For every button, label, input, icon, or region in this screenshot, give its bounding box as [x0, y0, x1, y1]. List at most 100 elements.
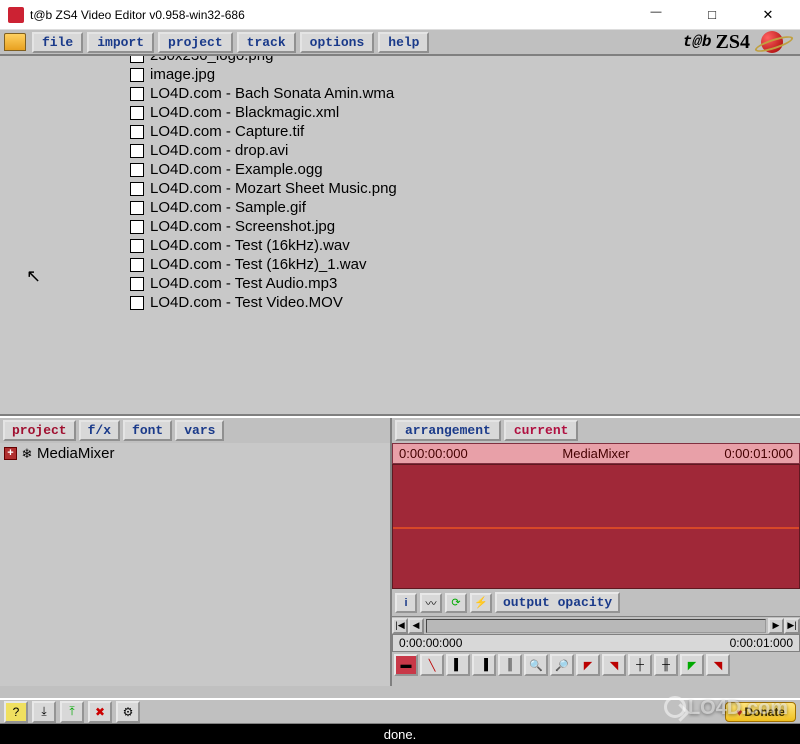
expand-icon[interactable]: + — [4, 447, 17, 460]
file-name: LO4D.com - drop.avi — [150, 142, 288, 159]
info-icon[interactable]: i — [395, 593, 417, 613]
flag-green-icon[interactable]: ◤ — [680, 654, 704, 676]
time-end: 0:00:01:000 — [724, 446, 793, 461]
mark-in-icon[interactable]: ▌ — [446, 654, 470, 676]
file-row[interactable]: image.jpg — [0, 65, 800, 84]
checkbox-icon[interactable] — [130, 68, 144, 82]
file-list: 230x230_logo.png image.jpg LO4D.com - Ba… — [0, 56, 800, 416]
tab-arrangement[interactable]: arrangement — [395, 420, 501, 441]
file-row[interactable]: LO4D.com - Screenshot.jpg — [0, 217, 800, 236]
donate-button[interactable]: ♥Donate — [725, 702, 796, 722]
brand-zs4: ZS4 — [716, 31, 750, 54]
right-tab-row: arrangement current — [392, 418, 800, 443]
mark-out-icon[interactable]: ▐ — [472, 654, 496, 676]
checkbox-icon[interactable] — [130, 277, 144, 291]
file-row[interactable]: LO4D.com - Test Video.MOV — [0, 293, 800, 312]
file-row[interactable]: LO4D.com - Mozart Sheet Music.png — [0, 179, 800, 198]
timeline-toolbar: ▬ ╲ ▌ ▐ ║ 🔍 🔎 ◤ ◥ ┼ ╫ ◤ ◥ — [392, 652, 800, 678]
snap-icon[interactable]: ╫ — [654, 654, 678, 676]
time-start: 0:00:00:000 — [399, 446, 468, 461]
file-row[interactable]: LO4D.com - Bach Sonata Amin.wma — [0, 84, 800, 103]
zoom-out-icon[interactable]: 🔎 — [550, 654, 574, 676]
waveform-icon[interactable]: 〰 — [420, 593, 442, 613]
checkbox-icon[interactable] — [130, 258, 144, 272]
file-row[interactable]: 230x230_logo.png — [0, 56, 800, 65]
cancel-icon[interactable]: ✖ — [88, 701, 112, 723]
brand-tab: t@b — [683, 33, 712, 51]
checkbox-icon[interactable] — [130, 163, 144, 177]
flag-right-icon[interactable]: ◥ — [602, 654, 626, 676]
timeline-track-label: MediaMixer — [562, 446, 629, 461]
flag-left-icon[interactable]: ◤ — [576, 654, 600, 676]
file-name: LO4D.com - Bach Sonata Amin.wma — [150, 85, 394, 102]
menu-import[interactable]: import — [87, 32, 154, 53]
nav-first-icon[interactable]: |◀ — [392, 618, 408, 634]
menu-help[interactable]: help — [378, 32, 429, 53]
minimize-button[interactable] — [636, 4, 676, 26]
menu-options[interactable]: options — [300, 32, 375, 53]
checkbox-icon[interactable] — [130, 239, 144, 253]
record-icon[interactable]: ▬ — [394, 654, 418, 676]
file-name: LO4D.com - Mozart Sheet Music.png — [150, 180, 397, 197]
file-name: LO4D.com - Test (16kHz)_1.wav — [150, 256, 366, 273]
timeline-nav: |◀ ◀ ▶ ▶| — [392, 616, 800, 634]
checkbox-icon[interactable] — [130, 296, 144, 310]
mediamixer-node[interactable]: + ❄ MediaMixer — [4, 445, 386, 462]
file-row[interactable]: LO4D.com - Test (16kHz)_1.wav — [0, 255, 800, 274]
cut-diag-icon[interactable]: ╲ — [420, 654, 444, 676]
nav-prev-icon[interactable]: ◀ — [408, 618, 424, 634]
checkbox-icon[interactable] — [130, 106, 144, 120]
project-tree: + ❄ MediaMixer — [0, 443, 390, 686]
menu-file[interactable]: file — [32, 32, 83, 53]
checkbox-icon[interactable] — [130, 144, 144, 158]
file-row[interactable]: LO4D.com - drop.avi — [0, 141, 800, 160]
close-button[interactable] — [748, 4, 788, 26]
nav-last-icon[interactable]: ▶| — [784, 618, 800, 634]
menu-project[interactable]: project — [158, 32, 233, 53]
flag-red-icon[interactable]: ◥ — [706, 654, 730, 676]
checkbox-icon[interactable] — [130, 87, 144, 101]
file-name: LO4D.com - Test Video.MOV — [150, 294, 343, 311]
flash-icon[interactable]: ⚡ — [470, 593, 492, 613]
timeline-track[interactable] — [392, 464, 800, 589]
zoom-in-icon[interactable]: 🔍 — [524, 654, 548, 676]
file-row[interactable]: LO4D.com - Example.ogg — [0, 160, 800, 179]
file-row[interactable]: LO4D.com - Test (16kHz).wav — [0, 236, 800, 255]
split-icon[interactable]: ║ — [498, 654, 522, 676]
window-title: t@b ZS4 Video Editor v0.958-win32-686 — [30, 8, 636, 22]
center-icon[interactable]: ┼ — [628, 654, 652, 676]
maximize-button[interactable] — [692, 4, 732, 26]
checkbox-icon[interactable] — [130, 125, 144, 139]
tab-fx[interactable]: f/x — [79, 420, 120, 441]
tab-font[interactable]: font — [123, 420, 172, 441]
checkbox-icon[interactable] — [130, 201, 144, 215]
checkbox-icon[interactable] — [130, 182, 144, 196]
settings-icon[interactable]: ⚙ — [116, 701, 140, 723]
file-name: LO4D.com - Capture.tif — [150, 123, 304, 140]
export-icon[interactable]: ⤒ — [60, 701, 84, 723]
file-row[interactable]: LO4D.com - Capture.tif — [0, 122, 800, 141]
file-row[interactable]: LO4D.com - Test Audio.mp3 — [0, 274, 800, 293]
help-icon[interactable]: ? — [4, 701, 28, 723]
middle-split: project f/x font vars + ❄ MediaMixer arr… — [0, 416, 800, 686]
tab-current[interactable]: current — [504, 420, 579, 441]
file-name: LO4D.com - Test (16kHz).wav — [150, 237, 350, 254]
file-name: LO4D.com - Screenshot.jpg — [150, 218, 335, 235]
nav-scrollbar[interactable] — [426, 619, 766, 633]
file-row[interactable]: LO4D.com - Sample.gif — [0, 198, 800, 217]
checkbox-icon[interactable] — [130, 56, 144, 63]
left-tab-row: project f/x font vars — [0, 418, 390, 443]
file-row[interactable]: LO4D.com - Blackmagic.xml — [0, 103, 800, 122]
loop-icon[interactable]: ⟳ — [445, 593, 467, 613]
timeline-header: 0:00:00:000 MediaMixer 0:00:01:000 — [392, 443, 800, 464]
checkbox-icon[interactable] — [130, 220, 144, 234]
import-icon[interactable]: ⤓ — [32, 701, 56, 723]
menu-track[interactable]: track — [237, 32, 296, 53]
output-opacity-button[interactable]: output opacity — [495, 592, 620, 613]
folder-icon[interactable] — [4, 33, 26, 51]
tab-project[interactable]: project — [3, 420, 76, 441]
tab-vars[interactable]: vars — [175, 420, 224, 441]
file-name: LO4D.com - Blackmagic.xml — [150, 104, 339, 121]
window-controls — [636, 4, 788, 26]
nav-next-icon[interactable]: ▶ — [768, 618, 784, 634]
